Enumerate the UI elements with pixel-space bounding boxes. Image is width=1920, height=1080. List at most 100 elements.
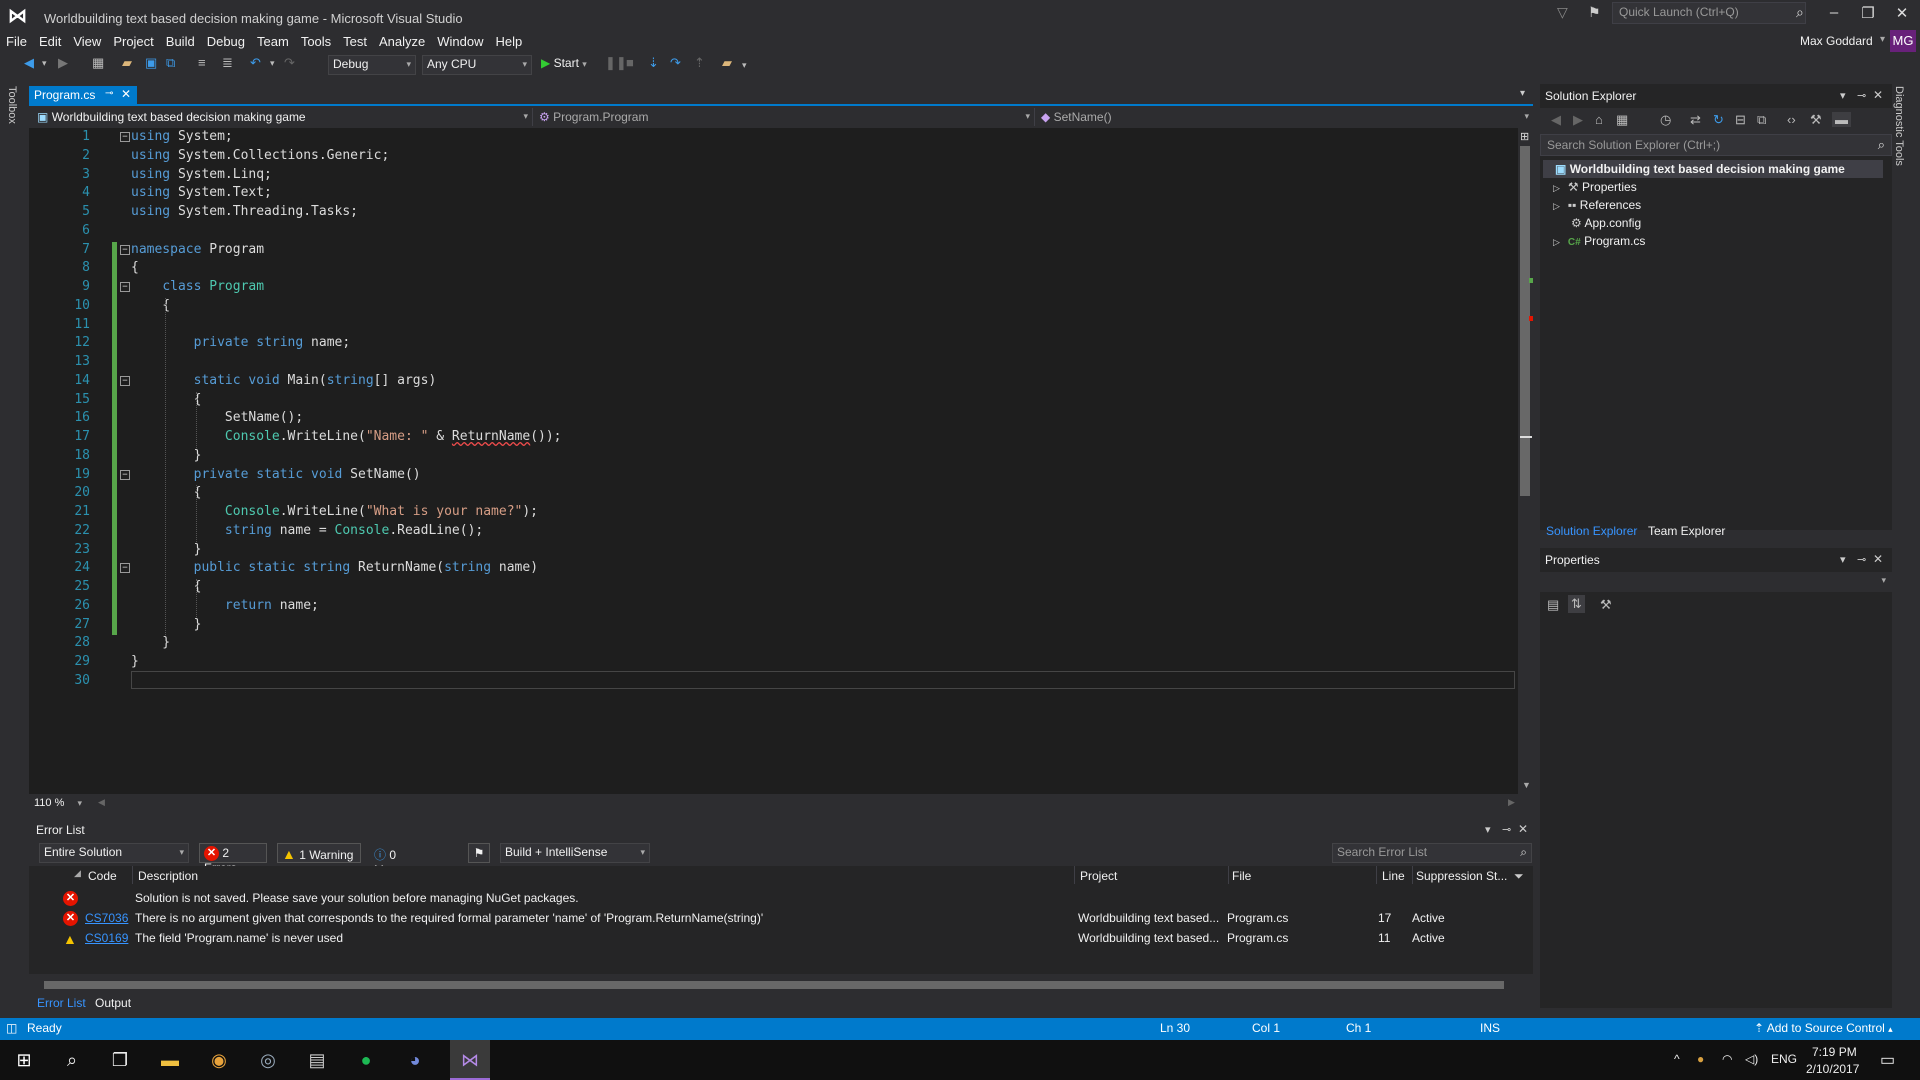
toolbar-overflow-icon[interactable]: ▾: [742, 60, 747, 71]
window-position-icon[interactable]: ▾: [1840, 553, 1846, 566]
chevron-right-icon[interactable]: ▷: [1553, 201, 1560, 211]
bookmark-icon[interactable]: ▰: [722, 55, 732, 71]
spotify-icon[interactable]: ●: [354, 1048, 378, 1072]
error-list-scroll-thumb[interactable]: [44, 981, 1504, 989]
toolbox-tab[interactable]: Toolbox: [6, 86, 18, 124]
back-icon[interactable]: ◀: [1551, 112, 1561, 128]
tree-project[interactable]: ▣ Worldbuilding text based decision maki…: [1555, 162, 1845, 176]
sync-icon[interactable]: ⇄: [1690, 112, 1701, 128]
back-icon[interactable]: ◀: [24, 55, 34, 71]
filter-icon[interactable]: ⏷: [1514, 869, 1524, 884]
menu-help[interactable]: Help: [490, 32, 529, 51]
open-file-icon[interactable]: ▰: [122, 55, 132, 71]
close-icon[interactable]: ✕: [1873, 552, 1883, 566]
menu-window[interactable]: Window: [431, 32, 489, 51]
column-project[interactable]: Project: [1080, 869, 1117, 883]
tray-app-icon[interactable]: ●: [1697, 1052, 1704, 1066]
chevron-right-icon[interactable]: ▷: [1553, 237, 1560, 247]
code-line[interactable]: {: [131, 260, 139, 275]
user-name[interactable]: Max Goddard: [1800, 34, 1873, 48]
tree-item-properties[interactable]: ▷ ⚒ Properties: [1553, 180, 1637, 194]
warnings-filter-button[interactable]: ▲ 1 Warning: [277, 843, 361, 863]
start-button[interactable]: ▶ Start ▾: [541, 56, 587, 70]
code-line[interactable]: {: [131, 579, 202, 594]
properties-icon[interactable]: ⚒: [1810, 112, 1822, 128]
code-line[interactable]: }: [131, 542, 202, 557]
chevron-right-icon[interactable]: ▷: [1553, 183, 1560, 193]
code-line[interactable]: }: [131, 617, 202, 632]
chrome-icon[interactable]: ◉: [207, 1048, 231, 1072]
avatar[interactable]: MG: [1890, 30, 1916, 52]
collapse-icon[interactable]: −: [120, 282, 130, 292]
alphabetical-icon[interactable]: ⇅: [1568, 595, 1585, 613]
project-nav-select[interactable]: ▣ Worldbuilding text based decision maki…: [33, 108, 533, 126]
code-line[interactable]: }: [131, 654, 139, 669]
view-code-icon[interactable]: ‹›: [1787, 112, 1796, 127]
volume-icon[interactable]: ◁): [1745, 1052, 1758, 1066]
user-dropdown-icon[interactable]: ▾: [1880, 34, 1885, 45]
scope-select[interactable]: Entire Solution ▾: [39, 843, 189, 863]
code-line[interactable]: private string name;: [131, 335, 351, 350]
window-position-icon[interactable]: ▾: [1485, 823, 1491, 836]
error-code[interactable]: CS7036: [85, 911, 128, 925]
refresh-icon[interactable]: ↻: [1713, 112, 1724, 128]
close-icon[interactable]: ✕: [1873, 88, 1883, 102]
menu-analyze[interactable]: Analyze: [373, 32, 431, 51]
menu-edit[interactable]: Edit: [33, 32, 67, 51]
code-line[interactable]: namespace Program: [131, 242, 264, 257]
scroll-down-icon[interactable]: ▼: [1522, 780, 1531, 790]
collapse-icon[interactable]: −: [120, 375, 130, 386]
show-all-files-icon[interactable]: ⧉: [1757, 112, 1766, 128]
home-icon[interactable]: ⌂: [1595, 112, 1603, 127]
forward-icon[interactable]: ▶: [1573, 112, 1583, 128]
close-window-button[interactable]: ✕: [1890, 4, 1914, 26]
code-line[interactable]: public static string ReturnName(string n…: [131, 560, 538, 575]
build-intellisense-select[interactable]: Build + IntelliSense ▾: [500, 843, 650, 863]
categorized-icon[interactable]: ▤: [1547, 597, 1559, 613]
build-filter-toggle[interactable]: ⚑: [468, 843, 490, 863]
back-dropdown-icon[interactable]: ▾: [42, 58, 47, 69]
app-icon[interactable]: ▤: [305, 1048, 329, 1072]
feedback-icon[interactable]: ⚑: [1588, 4, 1601, 21]
search-icon[interactable]: ⌕: [1796, 4, 1804, 21]
search-icon[interactable]: ⌕: [60, 1048, 84, 1072]
task-view-icon[interactable]: ❐: [108, 1048, 132, 1072]
diagnostic-tools-tab[interactable]: Diagnostic Tools: [1893, 86, 1905, 166]
code-line[interactable]: {: [131, 392, 202, 407]
scroll-left-icon[interactable]: ◀: [98, 797, 105, 808]
code-line[interactable]: class Program: [131, 279, 264, 294]
errors-filter-button[interactable]: ✕ 2 Errors: [199, 843, 267, 875]
code-line[interactable]: string name = Console.ReadLine();: [131, 523, 483, 538]
tree-item-program-cs[interactable]: ▷ C# Program.cs: [1553, 234, 1645, 248]
collapse-icon[interactable]: −: [120, 132, 130, 142]
platform-select[interactable]: Any CPU ▾: [422, 55, 532, 75]
save-icon[interactable]: ▣: [145, 55, 157, 71]
pin-icon[interactable]: ⊸: [1857, 89, 1866, 102]
minimize-button[interactable]: –: [1822, 4, 1846, 26]
menu-project[interactable]: Project: [107, 32, 159, 51]
menu-test[interactable]: Test: [337, 32, 373, 51]
split-editor-icon[interactable]: ⊞: [1520, 130, 1529, 143]
table-row[interactable]: ✕ Solution is not saved. Please save you…: [29, 888, 1533, 908]
pin-icon[interactable]: ⊸: [105, 88, 113, 99]
tab-overflow-icon[interactable]: ▾: [1520, 88, 1525, 99]
editor-scroll-thumb[interactable]: [1520, 146, 1530, 496]
code-line[interactable]: }: [131, 635, 170, 650]
property-pages-icon[interactable]: ⚒: [1600, 597, 1612, 613]
pin-icon[interactable]: ⊸: [1857, 553, 1866, 566]
column-code[interactable]: Code: [88, 869, 117, 883]
tab-team-explorer[interactable]: Team Explorer: [1648, 524, 1725, 538]
properties-object-select[interactable]: ▾: [1540, 572, 1892, 592]
close-icon[interactable]: ✕: [121, 87, 131, 101]
menu-build[interactable]: Build: [160, 32, 201, 51]
source-control-button[interactable]: ⇡ Add to Source Control ▴: [1754, 1021, 1893, 1035]
new-project-icon[interactable]: ▦: [92, 55, 104, 71]
tree-item-references[interactable]: ▷ ▪▪ References: [1553, 198, 1641, 212]
menu-view[interactable]: View: [67, 32, 107, 51]
forward-icon[interactable]: ▶: [58, 55, 68, 71]
menu-team[interactable]: Team: [251, 32, 295, 51]
code-line[interactable]: SetName();: [131, 410, 303, 425]
step-out-icon[interactable]: ⇡: [694, 55, 705, 71]
collapse-icon[interactable]: −: [120, 244, 130, 255]
redo-icon[interactable]: ↷: [284, 55, 295, 71]
